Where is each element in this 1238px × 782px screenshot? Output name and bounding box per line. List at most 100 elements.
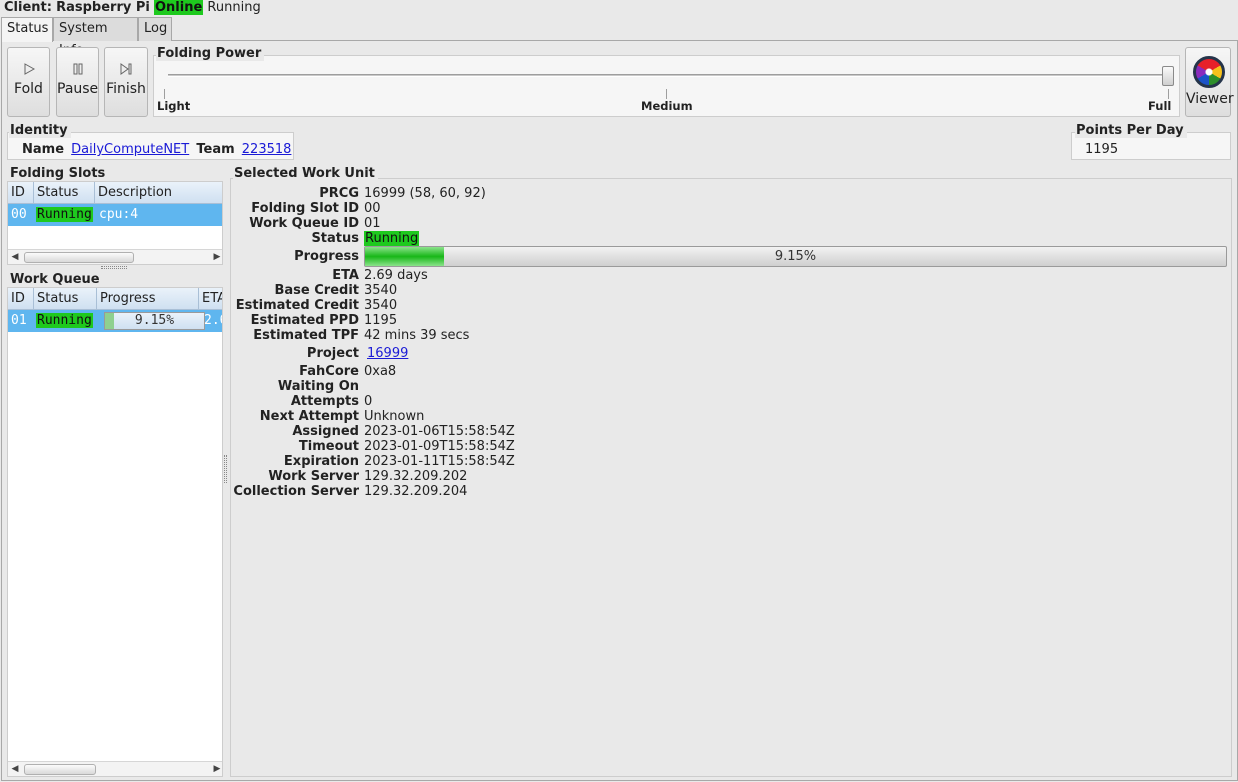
wu-value-status: Running: [364, 231, 420, 246]
identity-team-link[interactable]: 223518: [242, 142, 292, 157]
client-state: Running: [207, 0, 261, 15]
pause-button[interactable]: Pause: [56, 47, 99, 117]
finish-icon: [105, 63, 147, 79]
folding-power-slider-thumb[interactable]: [1162, 66, 1174, 86]
tab-log[interactable]: Log: [138, 17, 172, 41]
ppd-value: 1195: [1085, 142, 1119, 157]
pause-label: Pause: [57, 81, 99, 97]
folding-power-slider[interactable]: [168, 74, 1172, 77]
wu-value-prcg: 16999 (58, 60, 92): [364, 186, 486, 201]
work-queue-row[interactable]: 01 Running 9.15% 2.6: [8, 310, 222, 332]
tab-system-info[interactable]: System Info: [53, 17, 138, 58]
fold-label: Fold: [14, 81, 43, 97]
wu-label-eta: ETA: [332, 268, 359, 283]
wu-progress-bar: 9.15%: [364, 246, 1227, 267]
slot-id: 00: [11, 207, 27, 222]
vertical-splitter-handle[interactable]: [224, 455, 227, 483]
wu-label-status: Status: [311, 231, 359, 246]
identity-name-link[interactable]: DailyComputeNET: [71, 142, 189, 157]
viewer-label: Viewer: [1186, 91, 1234, 107]
wu-label-progress: Progress: [294, 249, 359, 264]
wu-label-base-credit: Base Credit: [274, 283, 359, 298]
wu-label-assigned: Assigned: [292, 424, 359, 439]
wq-progress-bar: 9.15%: [104, 312, 205, 330]
col-eta[interactable]: ETA: [199, 288, 222, 310]
slider-tick-medium: [666, 89, 667, 99]
slider-tick-full: [1168, 89, 1169, 99]
wq-eta: 2.6: [204, 313, 222, 328]
col-id[interactable]: ID: [8, 288, 34, 310]
wu-value-project-link[interactable]: 16999: [367, 346, 408, 361]
wu-value-next-attempt: Unknown: [364, 409, 425, 424]
viewer-icon: [1193, 56, 1225, 88]
scroll-right-icon[interactable]: ▶: [210, 762, 222, 776]
wu-label-attempts: Attempts: [290, 394, 359, 409]
slider-label-medium: Medium: [641, 99, 693, 113]
wu-value-slot-id: 00: [364, 201, 381, 216]
wu-label-expiration: Expiration: [283, 454, 359, 469]
identity-title: Identity: [9, 124, 71, 138]
wu-label-est-credit: Estimated Credit: [235, 298, 359, 313]
identity-row: Name DailyComputeNET Team 223518: [22, 142, 291, 157]
finish-button[interactable]: Finish: [104, 47, 148, 117]
scroll-left-icon[interactable]: ◀: [8, 762, 22, 776]
identity-team-label: Team: [196, 142, 235, 157]
work-queue-header: ID Status Progress ETA: [8, 288, 222, 310]
wu-label-est-ppd: Estimated PPD: [250, 313, 359, 328]
wu-value-timeout: 2023-01-09T15:58:54Z: [364, 439, 515, 454]
work-unit-title: Selected Work Unit: [233, 167, 378, 181]
col-description[interactable]: Description: [95, 182, 222, 204]
play-icon: [8, 63, 49, 79]
wu-value-attempts: 0: [364, 394, 373, 409]
wu-value-est-ppd: 1195: [364, 313, 398, 328]
folding-slot-row[interactable]: 00 Running cpu:4: [8, 204, 222, 226]
wq-progress-fill: [105, 313, 115, 329]
work-queue-hscrollbar[interactable]: ◀ ▶: [8, 761, 222, 776]
viewer-button[interactable]: Viewer: [1185, 47, 1234, 117]
wq-id: 01: [11, 313, 27, 328]
scroll-right-icon[interactable]: ▶: [210, 250, 222, 264]
col-status[interactable]: Status: [34, 288, 97, 310]
wu-value-queue-id: 01: [364, 216, 381, 231]
wu-progress-text: 9.15%: [774, 249, 817, 264]
slot-status: Running: [36, 207, 93, 222]
wu-value-work-server: 129.32.209.202: [364, 469, 468, 484]
wq-progress-text: 9.15%: [134, 313, 175, 328]
folding-slots-header: ID Status Description: [8, 182, 222, 204]
ppd-title: Points Per Day: [1075, 124, 1187, 138]
slot-status-cell: Running: [34, 204, 93, 226]
wu-label-next-attempt: Next Attempt: [259, 409, 359, 424]
finish-label: Finish: [106, 81, 146, 97]
wu-label-slot-id: Folding Slot ID: [251, 201, 359, 216]
folding-power-title: Folding Power: [156, 47, 265, 61]
folding-slots-hscrollbar[interactable]: ◀ ▶: [8, 249, 222, 264]
col-progress[interactable]: Progress: [97, 288, 199, 310]
tab-log-label: Log: [144, 21, 168, 36]
wq-status: Running: [36, 313, 93, 328]
slider-label-light: Light: [157, 99, 191, 113]
slider-tick-light: [164, 89, 165, 99]
wu-label-queue-id: Work Queue ID: [249, 216, 359, 231]
wu-label-collection-server: Collection Server: [233, 484, 359, 499]
tab-status[interactable]: Status: [1, 17, 53, 42]
splitter-handle[interactable]: [101, 266, 127, 269]
folding-slots-title: Folding Slots: [9, 167, 109, 181]
col-id[interactable]: ID: [8, 182, 34, 204]
col-status[interactable]: Status: [34, 182, 95, 204]
scroll-thumb[interactable]: [24, 764, 96, 775]
wu-label-waiting-on: Waiting On: [277, 379, 359, 394]
wu-label-timeout: Timeout: [298, 439, 359, 454]
wu-label-prcg: PRCG: [319, 186, 359, 201]
wu-label-project: Project: [306, 346, 359, 361]
wu-label-fahcore: FahCore: [299, 364, 359, 379]
scroll-thumb[interactable]: [24, 252, 134, 263]
scroll-left-icon[interactable]: ◀: [8, 250, 22, 264]
wu-value-collection-server: 129.32.209.204: [364, 484, 468, 499]
wu-value-est-credit: 3540: [364, 298, 398, 313]
fold-button[interactable]: Fold: [7, 47, 50, 117]
slider-label-full: Full: [1148, 99, 1172, 113]
work-queue-title: Work Queue: [9, 273, 103, 287]
folding-slots-table: ID Status Description 00 Running cpu:4 ◀…: [7, 181, 223, 265]
wu-value-expiration: 2023-01-11T15:58:54Z: [364, 454, 515, 469]
wu-value-fahcore: 0xa8: [364, 364, 397, 379]
